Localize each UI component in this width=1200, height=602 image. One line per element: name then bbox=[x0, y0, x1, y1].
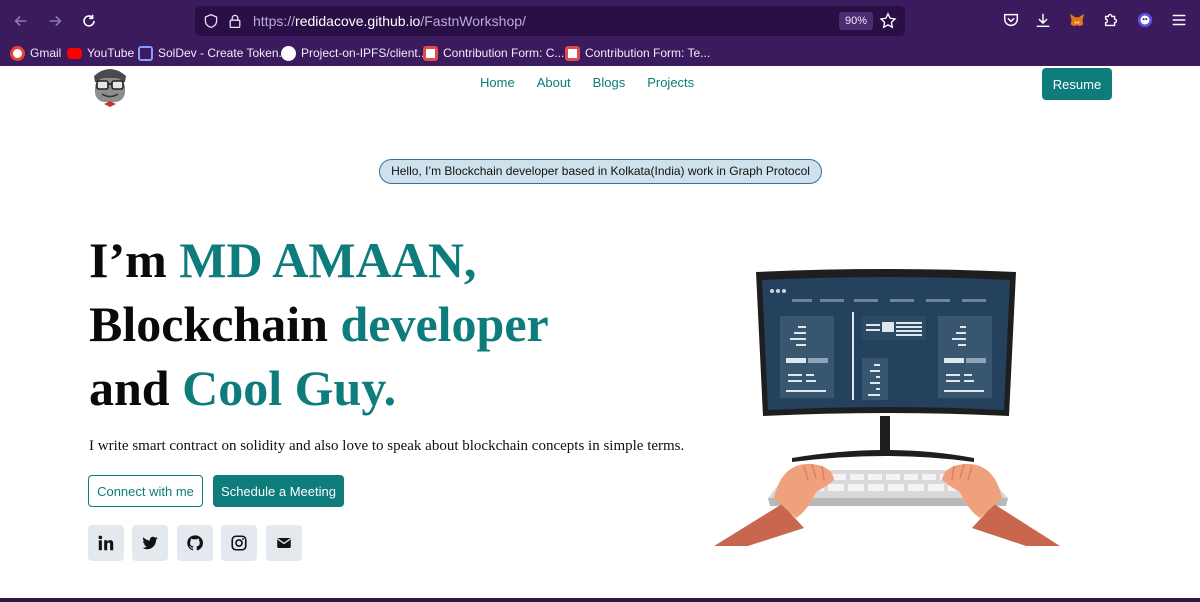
monitor-stand bbox=[880, 416, 890, 450]
intro-pill: Hello, I’m Blockchain developer based in… bbox=[379, 159, 822, 184]
browser-chrome: https://redidacove.github.io/FastnWorksh… bbox=[0, 0, 1200, 66]
mail-icon bbox=[277, 538, 291, 548]
developer-illustration bbox=[714, 269, 1060, 546]
soldev-icon bbox=[138, 45, 153, 61]
avatar-logo[interactable] bbox=[88, 66, 132, 108]
url-path: /FastnWorkshop/ bbox=[420, 13, 526, 29]
bottom-edge bbox=[0, 598, 1200, 602]
forward-button[interactable] bbox=[44, 10, 66, 32]
profile-button[interactable] bbox=[1136, 11, 1154, 29]
linkedin-icon bbox=[98, 535, 114, 551]
bookmark-label: SolDev - Create Token... bbox=[158, 46, 289, 60]
bookmark-item[interactable]: Contribution Form: Te... bbox=[565, 44, 710, 62]
lock-icon[interactable] bbox=[227, 13, 243, 29]
hero-description: I write smart contract on solidity and a… bbox=[89, 438, 685, 454]
github-link[interactable] bbox=[177, 525, 213, 561]
shield-icon[interactable] bbox=[203, 13, 219, 29]
bookmark-item[interactable]: YouTube bbox=[67, 44, 134, 62]
headline-name: MD AMAAN, bbox=[179, 232, 477, 288]
headline-line-3-plain: and bbox=[89, 360, 183, 416]
instagram-link[interactable] bbox=[221, 525, 257, 561]
pocket-icon bbox=[1003, 13, 1019, 27]
menu-button[interactable] bbox=[1170, 11, 1188, 29]
bookmark-label: YouTube bbox=[87, 46, 135, 60]
resume-button[interactable]: Resume bbox=[1042, 68, 1112, 100]
linkedin-link[interactable] bbox=[88, 525, 124, 561]
metamask-fox-icon bbox=[1069, 13, 1085, 27]
instagram-icon bbox=[231, 535, 247, 551]
downloads-button[interactable] bbox=[1034, 11, 1052, 29]
hero-headline: I’m MD AMAAN, Blockchain developer and C… bbox=[89, 228, 549, 420]
connect-button[interactable]: Connect with me bbox=[88, 475, 203, 507]
nav-projects[interactable]: Projects bbox=[647, 75, 694, 90]
arrow-left-icon bbox=[14, 15, 27, 27]
form-icon bbox=[423, 45, 438, 61]
url-host: redidacove.github.io bbox=[295, 13, 421, 29]
headline-line-1-plain: I’m bbox=[89, 232, 180, 288]
headline-line-1: I’m MD AMAAN, bbox=[89, 228, 549, 292]
nav-blogs[interactable]: Blogs bbox=[593, 75, 626, 90]
screen-panel-left bbox=[780, 316, 834, 398]
reload-button[interactable] bbox=[78, 10, 100, 32]
bookmark-item[interactable]: Gmail bbox=[10, 44, 61, 62]
gmail-icon bbox=[10, 45, 25, 61]
headline-role: developer bbox=[340, 296, 549, 352]
headline-tagline: Cool Guy. bbox=[182, 360, 397, 416]
bookmark-label: Project-on-IPFS/client... bbox=[301, 46, 428, 60]
puzzle-icon bbox=[1104, 13, 1118, 27]
bookmarks-bar: Gmail YouTube SolDev - Create Token... Proj… bbox=[0, 40, 1200, 66]
form-icon bbox=[565, 45, 580, 61]
schedule-meeting-button[interactable]: Schedule a Meeting bbox=[213, 475, 344, 507]
reload-icon bbox=[83, 14, 95, 27]
profile-avatar-icon bbox=[1137, 12, 1153, 28]
twitter-link[interactable] bbox=[132, 525, 168, 561]
top-nav: Home About Blogs Projects bbox=[480, 75, 694, 90]
bookmark-label: Contribution Form: C... bbox=[443, 46, 565, 60]
nav-home[interactable]: Home bbox=[480, 75, 515, 90]
zoom-indicator[interactable]: 90% bbox=[839, 12, 874, 30]
github-icon bbox=[281, 45, 296, 61]
nav-about[interactable]: About bbox=[537, 75, 571, 90]
back-button[interactable] bbox=[10, 10, 32, 32]
star-icon[interactable] bbox=[879, 12, 897, 30]
metamask-button[interactable] bbox=[1068, 11, 1086, 29]
youtube-icon bbox=[67, 47, 82, 59]
browser-toolbar: https://redidacove.github.io/FastnWorksh… bbox=[0, 0, 1200, 40]
twitter-icon bbox=[142, 536, 158, 550]
bookmark-item[interactable]: SolDev - Create Token... bbox=[138, 44, 289, 62]
mail-link[interactable] bbox=[266, 525, 302, 561]
headline-line-3: and Cool Guy. bbox=[89, 356, 549, 420]
url-prefix: https:// bbox=[253, 13, 296, 29]
headline-line-2: Blockchain developer bbox=[89, 292, 549, 356]
arrow-right-icon bbox=[49, 15, 62, 27]
hamburger-menu-icon bbox=[1172, 14, 1186, 26]
bookmark-label: Contribution Form: Te... bbox=[585, 46, 711, 60]
bookmark-item[interactable]: Contribution Form: C... bbox=[423, 44, 564, 62]
url-text[interactable]: https://redidacove.github.io/FastnWorksh… bbox=[253, 13, 526, 29]
download-icon bbox=[1036, 13, 1050, 28]
extensions-button[interactable] bbox=[1102, 11, 1120, 29]
headline-line-2-plain: Blockchain bbox=[89, 296, 341, 352]
bookmark-label: Gmail bbox=[30, 46, 62, 60]
bookmark-item[interactable]: Project-on-IPFS/client... bbox=[281, 44, 428, 62]
pocket-button[interactable] bbox=[1002, 11, 1020, 29]
url-bar[interactable]: https://redidacove.github.io/FastnWorksh… bbox=[195, 6, 905, 36]
github-icon bbox=[187, 535, 204, 551]
page-content: Home About Blogs Projects Resume Hello, … bbox=[0, 66, 1200, 602]
screen-panel-right bbox=[938, 316, 992, 398]
